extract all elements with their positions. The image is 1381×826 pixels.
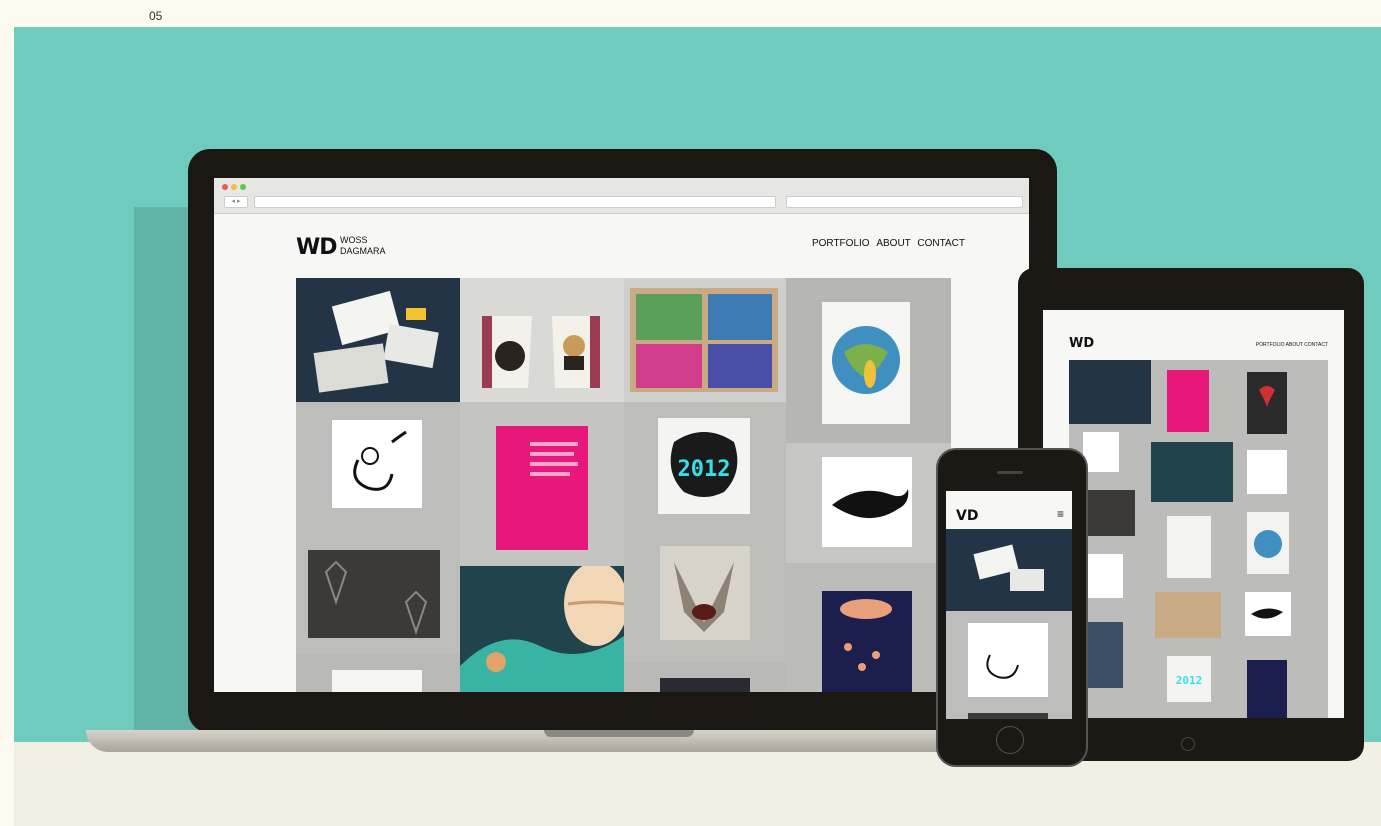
- stationery-image: [313, 290, 439, 393]
- surf-poster-image: [822, 302, 910, 424]
- phone-screen: VD ≡: [946, 491, 1072, 719]
- nav-about-link[interactable]: ABOUT: [876, 238, 910, 249]
- tablet-portfolio-grid: 2012: [1069, 360, 1328, 718]
- portfolio-item-stationery[interactable]: [296, 278, 460, 402]
- tablet-status-bar: [1043, 310, 1344, 320]
- browser-toolbar: ◂ ▸: [214, 178, 1029, 214]
- portfolio-item-pattern[interactable]: [296, 542, 460, 654]
- abstract-face-image: [332, 420, 422, 508]
- portfolio-item-2012-poster[interactable]: 2012: [624, 402, 786, 542]
- phone-site-logo[interactable]: VD: [956, 508, 978, 524]
- shopping-bags-image: [482, 316, 600, 388]
- device-mockup-scene: ◂ ▸ WD WOSS DAGMARA PORTFOLIO ABOUT CONT…: [14, 27, 1381, 826]
- portfolio-item-pink-poster[interactable]: [460, 402, 624, 566]
- cloud-poster-image: [822, 591, 912, 692]
- wolf-image: [660, 546, 750, 640]
- portfolio-item-whale[interactable]: [786, 443, 951, 563]
- site-name-line1: WOSS: [340, 235, 368, 245]
- tablet-grid-image: 2012: [1069, 360, 1291, 718]
- nav-portfolio-link[interactable]: PORTFOLIO: [812, 238, 870, 249]
- laptop-screen: ◂ ▸ WD WOSS DAGMARA PORTFOLIO ABOUT CONT…: [214, 178, 1029, 692]
- portfolio-item-cloud-poster[interactable]: [786, 563, 951, 692]
- close-window-icon[interactable]: [222, 184, 228, 190]
- portfolio-item-shopping-bags[interactable]: [460, 278, 624, 402]
- whale-image: [822, 457, 912, 547]
- portfolio-item-illustrated-board[interactable]: [624, 278, 786, 402]
- site-name: WOSS DAGMARA: [340, 235, 386, 257]
- maximize-window-icon[interactable]: [240, 184, 246, 190]
- phone-status-bar: [946, 491, 1072, 499]
- poster-2012-image: 2012: [658, 418, 750, 514]
- phone-home-button[interactable]: [996, 726, 1024, 754]
- tablet-screen: WD PORTFOLIO ABOUT CONTACT 2012: [1043, 310, 1344, 718]
- tablet-home-button[interactable]: [1181, 737, 1195, 751]
- site-name-line2: DAGMARA: [340, 246, 386, 256]
- url-bar[interactable]: [254, 196, 776, 208]
- tablet-site-logo[interactable]: WD: [1069, 336, 1094, 351]
- hamburger-icon[interactable]: ≡: [1057, 507, 1064, 521]
- portfolio-item-abstract-face[interactable]: [296, 402, 460, 542]
- phone-portfolio-list: [946, 529, 1072, 719]
- portfolio-item-partial-2[interactable]: [660, 678, 750, 692]
- poster-2012-text: 2012: [678, 457, 731, 482]
- tablet-site-nav[interactable]: PORTFOLIO ABOUT CONTACT: [1256, 342, 1328, 348]
- tablet-poster-2012-text: 2012: [1176, 674, 1203, 687]
- portfolio-grid: 2012: [296, 278, 951, 692]
- nav-contact-link[interactable]: CONTACT: [917, 238, 965, 249]
- portfolio-item-partial[interactable]: [332, 670, 422, 692]
- illustrated-board-image: [630, 288, 778, 392]
- laptop-notch: [544, 730, 694, 737]
- browser-search-bar[interactable]: [786, 196, 1023, 208]
- site-logo[interactable]: WD: [296, 235, 338, 260]
- page-number: 05: [149, 9, 163, 23]
- portfolio-item-balloon[interactable]: [460, 562, 628, 692]
- pink-poster-image: [496, 426, 588, 550]
- balloon-image: [460, 562, 628, 692]
- site-nav: PORTFOLIO ABOUT CONTACT: [808, 238, 965, 249]
- back-forward-buttons[interactable]: ◂ ▸: [224, 196, 248, 208]
- portfolio-item-wolf[interactable]: [624, 542, 786, 662]
- phone-speaker: [997, 471, 1023, 474]
- portfolio-item-surf-poster[interactable]: [786, 278, 951, 443]
- minimize-window-icon[interactable]: [231, 184, 237, 190]
- pattern-image: [308, 550, 440, 638]
